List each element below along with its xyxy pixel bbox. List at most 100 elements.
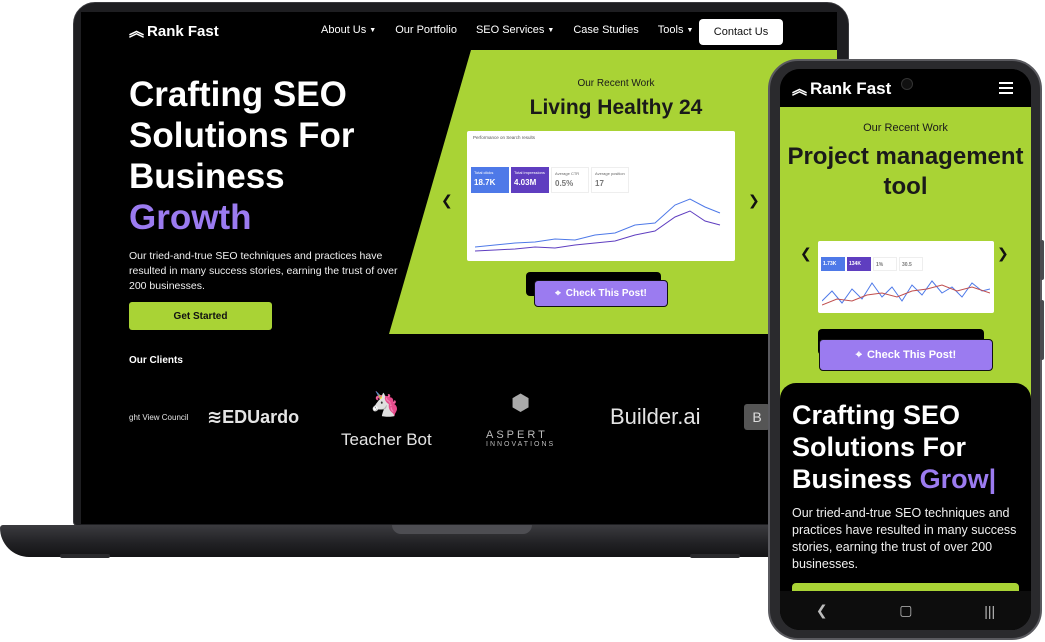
cursor-click-icon: ⌖	[855, 348, 862, 361]
eduardo-mark-icon: ≋	[207, 407, 223, 427]
metric-value: 0.5%	[555, 179, 574, 188]
back-icon[interactable]: ❮	[816, 602, 828, 619]
client-logo-eduardo-label: EDUardo	[222, 407, 300, 427]
caret-down-icon: ▼	[369, 27, 377, 34]
nav-seo-services[interactable]: SEO Services ▼	[476, 24, 554, 36]
nav-our-portfolio[interactable]: Our Portfolio	[395, 24, 457, 36]
client-logo-aspert: ASPERT	[486, 429, 548, 441]
client-logo-eduardo: ≋EDUardo	[207, 407, 299, 428]
hero-description: Our tried-and-true SEO techniques and pr…	[129, 250, 398, 292]
mobile-carousel-next-icon[interactable]: ❯	[997, 245, 1009, 262]
phone-volume-button	[1040, 240, 1044, 280]
metric-tile: 1.73K	[821, 257, 845, 271]
mobile-brand-name: Rank Fast	[810, 79, 892, 98]
mobile-hero-title-line-3: Business Grow|	[792, 463, 1027, 495]
metric-label: Total clicks	[474, 170, 494, 175]
client-logo-builder-ai: Builder.ai	[610, 404, 701, 429]
metric-tile: 134K	[847, 257, 871, 271]
rank-fast-logo-icon: ︽	[129, 23, 144, 40]
phone-camera	[901, 78, 913, 90]
unicorn-icon: 🦄	[370, 391, 400, 418]
mobile-carousel-prev-icon[interactable]: ❮	[800, 245, 812, 262]
client-logo-aspert-sub: INNOVATIONS	[486, 441, 556, 448]
metric-value: 4.03M	[514, 178, 537, 187]
caret-down-icon: ▼	[547, 27, 555, 34]
get-started-button[interactable]: Get Started	[129, 302, 272, 330]
nav-menu: About Us ▼ Our Portfolio SEO Services ▼ Ca…	[321, 24, 693, 36]
carousel-prev-arrow-icon[interactable]: ❮	[441, 192, 453, 209]
brand-logo[interactable]: ︽ Rank Fast	[129, 23, 219, 40]
hero-title-line-2: Solutions For	[129, 116, 355, 155]
performance-line-chart	[475, 198, 721, 252]
recent-apps-icon[interactable]: |||	[984, 603, 995, 619]
clicks-line	[475, 198, 721, 248]
search-console-screenshot: Performance on Search results Total clic…	[467, 131, 735, 261]
clients-heading: Our Clients	[129, 355, 183, 366]
client-logo-b: B	[744, 404, 770, 430]
rank-fast-logo-icon: ︽	[792, 80, 807, 98]
metric-label: Average CTR	[555, 171, 580, 176]
mobile-performance-chart	[822, 280, 990, 306]
metric-value: 17	[595, 179, 604, 188]
laptop-hinge-notch	[392, 525, 532, 534]
mobile-recent-work-title: Project management tool	[787, 143, 1024, 200]
metric-value: 134K	[849, 261, 861, 267]
recent-work-kicker: Our Recent Work	[577, 78, 655, 89]
brand-name: Rank Fast	[147, 23, 219, 40]
laptop-foot-right	[690, 554, 740, 558]
metric-tiles: Total clicks 18.7K Total impressions 4.03M…	[471, 167, 629, 193]
mobile-hero-title-line-1: Crafting SEO	[792, 400, 961, 430]
mobile-recent-work-kicker: Our Recent Work	[863, 122, 948, 134]
mobile-screen: ︽ Rank Fast Our Recent Work Project mana…	[780, 69, 1031, 630]
mobile-work-screenshot: 1.73K 134K 1% 30.5	[818, 241, 994, 313]
desktop-screen: ︽ Rank Fast About Us ▼ Our Portfolio SEO …	[81, 12, 837, 524]
nav-tools[interactable]: Tools ▼	[658, 24, 694, 36]
client-logo-view-council: ght View Council	[129, 413, 189, 422]
nav-case-studies[interactable]: Case Studies	[573, 24, 638, 36]
metric-tile: 30.5	[899, 257, 923, 271]
aspert-cube-icon: ⬢	[511, 390, 531, 415]
nav-tools-label: Tools	[657, 24, 684, 36]
impressions-line	[475, 210, 721, 252]
mobile-check-this-post-button[interactable]: ⌖ Check This Post!	[819, 339, 993, 371]
mobile-hero-title-accent: Grow|	[919, 464, 997, 494]
caret-down-icon: ▼	[686, 27, 694, 34]
metric-label: Total impressions	[514, 170, 545, 175]
mobile-check-this-post-label: Check This Post!	[866, 349, 957, 361]
metric-value: 30.5	[902, 262, 912, 268]
check-this-post-button[interactable]: ⌖ Check This Post!	[534, 280, 668, 307]
nav-case-studies-label: Case Studies	[573, 24, 639, 36]
hero-title-line-3: Business	[129, 157, 285, 196]
hamburger-menu-icon[interactable]	[999, 82, 1013, 97]
home-icon[interactable]: ▢	[899, 602, 912, 619]
metric-label: Average position	[595, 171, 625, 176]
top-navigation: ︽ Rank Fast About Us ▼ Our Portfolio SEO …	[81, 12, 837, 52]
metric-tile: Average position 17	[591, 167, 629, 193]
contact-us-button[interactable]: Contact Us	[699, 19, 783, 45]
nav-our-portfolio-label: Our Portfolio	[395, 24, 457, 36]
nav-about-us-label: About Us	[321, 24, 367, 36]
metric-tile: 1%	[873, 257, 897, 271]
hero-title-line-1: Crafting SEO	[129, 75, 347, 114]
carousel-next-arrow-icon[interactable]: ❯	[748, 192, 760, 209]
nav-about-us[interactable]: About Us ▼	[321, 24, 376, 36]
metric-value: 1.73K	[823, 261, 837, 267]
mobile-hero-title-line-2: Solutions For	[792, 432, 966, 462]
mobile-metric-tiles: 1.73K 134K 1% 30.5	[821, 257, 923, 271]
metric-value: 18.7K	[474, 178, 496, 187]
metric-tile: Average CTR 0.5%	[551, 167, 589, 193]
laptop-foot-left	[60, 554, 110, 558]
check-this-post-label: Check This Post!	[565, 288, 647, 299]
mobile-header: ︽ Rank Fast	[780, 69, 1031, 107]
metric-tile: Total impressions 4.03M	[511, 167, 549, 193]
hero-title-accent: Growth	[129, 198, 252, 237]
recent-work-title: Living Healthy 24	[529, 96, 703, 119]
metric-value: 1%	[876, 262, 884, 268]
mobile-brand-logo[interactable]: ︽ Rank Fast	[792, 79, 891, 99]
mobile-hero-title: Crafting SEO Solutions For Business Grow…	[792, 399, 1027, 495]
client-logo-teacher-bot: Teacher Bot	[341, 430, 432, 449]
mobile-hero-description: Our tried-and-true SEO techniques and pr…	[792, 506, 1017, 571]
screenshot-header: Performance on Search results	[473, 135, 536, 140]
hero-title: Crafting SEO Solutions For Business Grow…	[129, 74, 459, 238]
cursor-click-icon: ⌖	[555, 288, 561, 299]
